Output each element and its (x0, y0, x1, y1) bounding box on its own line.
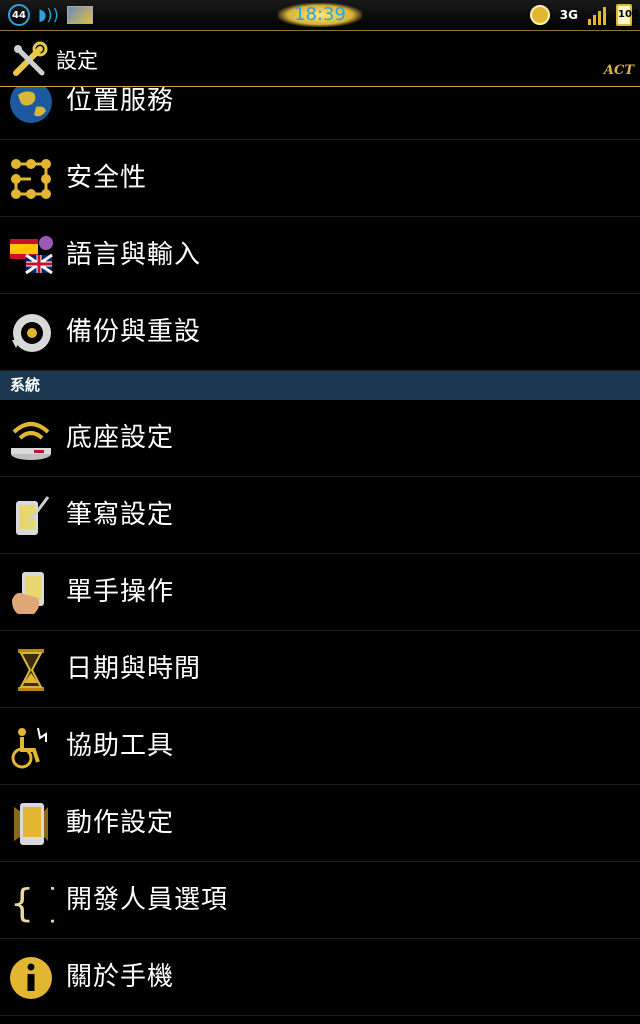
dock-icon (11, 422, 51, 460)
accessibility-icon (11, 727, 47, 769)
settings-screen: 44 ◗)) 18:39 3G 100 設定 ACT 位置服務 安全性 語言與輸… (0, 0, 640, 1024)
pattern-lock-icon (11, 159, 51, 199)
battery-level: 100 (618, 9, 639, 20)
alarm-clock-icon (529, 5, 550, 25)
item-label: 動作設定 (66, 808, 175, 838)
flags-icon (10, 236, 53, 275)
status-clock: 18:39 (278, 3, 362, 27)
svg-text:{ }: { } (10, 881, 54, 924)
settings-item-backup[interactable]: 備份與重設 (0, 294, 640, 371)
globe-icon (10, 87, 52, 123)
motion-phone-icon (14, 803, 48, 845)
settings-item-about[interactable]: 關於手機 (0, 939, 640, 1016)
network-type: 3G (559, 8, 578, 22)
settings-item-security[interactable]: 安全性 (0, 140, 640, 217)
settings-item-dock[interactable]: 底座設定 (0, 400, 640, 477)
settings-item-developer[interactable]: { } 開發人員選項 (0, 862, 640, 939)
signal-strength-icon (588, 5, 606, 25)
status-right: 3G 100 (529, 4, 639, 26)
settings-item-accessibility[interactable]: 協助工具 (0, 708, 640, 785)
info-icon (10, 957, 52, 999)
settings-item-language[interactable]: 語言與輸入 (0, 217, 640, 294)
braces-icon: { } (10, 881, 54, 924)
item-label: 備份與重設 (66, 317, 202, 347)
hourglass-icon (18, 649, 44, 691)
item-label: 單手操作 (66, 577, 175, 607)
action-bar: 設定 ACT (0, 30, 640, 87)
status-bar: 44 ◗)) 18:39 3G 100 (0, 0, 640, 30)
item-label: 關於手機 (66, 962, 175, 992)
theme-logo: ACT (603, 63, 634, 78)
page-title: 設定 (56, 49, 98, 73)
volume-icon: ◗)) (38, 5, 59, 24)
settings-list: 位置服務 安全性 語言與輸入 備份與重設 系統 底座設定 筆寫設定 單手操作 日… (0, 87, 640, 1016)
item-label: 協助工具 (66, 731, 175, 761)
settings-item-location[interactable]: 位置服務 (0, 87, 640, 140)
image-notification-icon (66, 6, 93, 24)
item-label: 筆寫設定 (66, 500, 175, 530)
settings-item-pen[interactable]: 筆寫設定 (0, 477, 640, 554)
item-label: 安全性 (66, 163, 148, 193)
settings-item-one-hand[interactable]: 單手操作 (0, 554, 640, 631)
battery-icon: 100 (616, 4, 639, 26)
settings-item-motion[interactable]: 動作設定 (0, 785, 640, 862)
item-label: 語言與輸入 (66, 240, 202, 270)
notification-count-badge: 44 (8, 4, 30, 26)
settings-item-date-time[interactable]: 日期與時間 (0, 631, 640, 708)
item-label: 日期與時間 (66, 654, 202, 684)
pen-phone-icon (16, 496, 50, 535)
item-label: 位置服務 (66, 87, 175, 116)
status-left: 44 ◗)) (8, 4, 93, 26)
section-header-system: 系統 (0, 371, 640, 400)
settings-tools-icon[interactable] (10, 41, 48, 79)
item-label: 開發人員選項 (66, 885, 229, 915)
item-label: 底座設定 (66, 423, 175, 453)
hand-phone-icon (12, 572, 44, 614)
restore-icon (12, 314, 51, 352)
